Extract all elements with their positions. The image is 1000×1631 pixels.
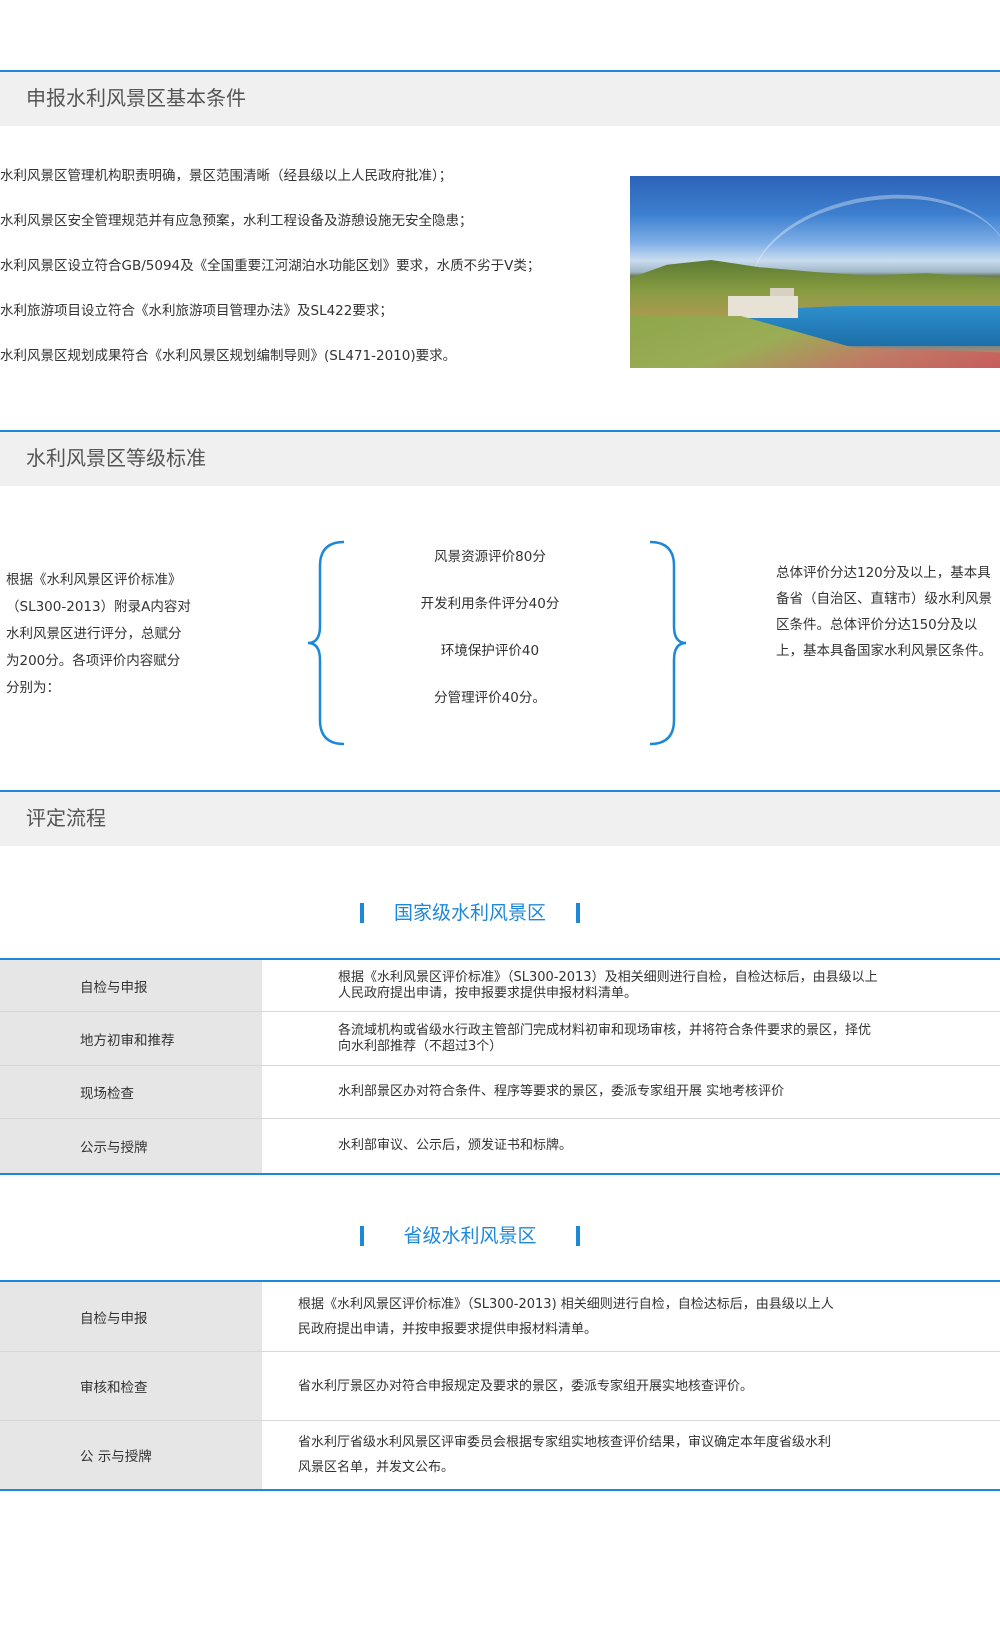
scenic-reservoir-photo [630, 176, 1000, 368]
step-label: 自检与申报 [0, 960, 262, 1011]
condition-item: 水利旅游项目设立符合《水利旅游项目管理办法》及SL422要求； [0, 303, 393, 319]
right-brace-icon [648, 540, 688, 746]
condition-item: 水利风景区安全管理规范并有应急预案，水利工程设备及游憩设施无安全隐患； [0, 213, 473, 229]
section-header-grade: 水利风景区等级标准 [0, 430, 1000, 486]
condition-item: 水利风景区规划成果符合《水利风景区规划编制导则》(SL471-2010)要求。 [0, 348, 457, 364]
step-description: 水利部审议、公示后，颁发证书和标牌。 [262, 1119, 1000, 1173]
table-row: 审核和检查 省水利厅景区办对符合申报规定及要求的景区，委派专家组开展实地核查评价… [0, 1352, 1000, 1421]
national-flow-title: 国家级水利风景区 [360, 898, 580, 928]
table-row: 自检与申报 根据《水利风景区评价标准》（SL300-2013）及相关细则进行自检… [0, 960, 1000, 1012]
step-label: 自检与申报 [0, 1282, 262, 1351]
grade-description: 根据《水利风景区评价标准》（SL300-2013）附录A内容对水利风景区进行评分… [6, 572, 191, 696]
provincial-flow-title: 省级水利风景区 [360, 1221, 580, 1251]
step-description: 根据《水利风景区评价标准》（SL300-2013）及相关细则进行自检，自检达标后… [262, 960, 1000, 1011]
national-flow-title-text: 国家级水利风景区 [393, 902, 546, 924]
section-header-basic: 申报水利风景区基本条件 [0, 70, 1000, 126]
national-flow-table: 自检与申报 根据《水利风景区评价标准》（SL300-2013）及相关细则进行自检… [0, 958, 1000, 1175]
step-description: 省水利厅省级水利风景区评审委员会根据专家组实地核查评价结果，审议确定本年度省级水… [262, 1421, 1000, 1489]
step-label: 审核和检查 [0, 1352, 262, 1420]
step-description: 省水利厅景区办对符合申报规定及要求的景区，委派专家组开展实地核查评价。 [262, 1352, 1000, 1420]
step-description: 根据《水利风景区评价标准》（SL300-2013) 相关细则进行自检，自检达标后… [262, 1282, 1000, 1351]
grade-item: 风景资源评价80分 [434, 549, 546, 565]
section-header-process: 评定流程 [0, 790, 1000, 846]
basic-conditions-list: 水利风景区管理机构职责明确，景区范围清晰（经县级以上人民政府批准）； 水利风景区… [0, 166, 600, 391]
step-description: 水利部景区办对符合条件、程序等要求的景区，委派专家组开展 实地考核评价 [262, 1066, 1000, 1118]
grade-item: 开发利用条件评分40分 [420, 596, 560, 612]
left-brace-icon [306, 540, 346, 746]
table-row: 自检与申报 根据《水利风景区评价标准》（SL300-2013) 相关细则进行自检… [0, 1282, 1000, 1352]
step-label: 公示与授牌 [0, 1119, 262, 1173]
grade-item: 分管理评价40分。 [434, 690, 546, 706]
table-row: 现场检查 水利部景区办对符合条件、程序等要求的景区，委派专家组开展 实地考核评价 [0, 1066, 1000, 1119]
provincial-flow-table: 自检与申报 根据《水利风景区评价标准》（SL300-2013) 相关细则进行自检… [0, 1280, 1000, 1491]
table-row: 地方初审和推荐 各流域机构或省级水行政主管部门完成材料初审和现场审核，并将符合条… [0, 1012, 1000, 1066]
step-label: 地方初审和推荐 [0, 1012, 262, 1065]
step-description: 各流域机构或省级水行政主管部门完成材料初审和现场审核，并将符合条件要求的景区，择… [262, 1012, 1000, 1065]
table-row: 公示与授牌 水利部审议、公示后，颁发证书和标牌。 [0, 1119, 1000, 1173]
provincial-flow-title-text: 省级水利风景区 [403, 1225, 537, 1247]
step-label: 公 示与授牌 [0, 1421, 262, 1489]
grade-item: 环境保护评价40 [440, 643, 540, 659]
grade-items-list: 风景资源评价80分 开发利用条件评分40分 环境保护评价40 分管理评价40分。 [360, 540, 620, 728]
table-row: 公 示与授牌 省水利厅省级水利风景区评审委员会根据专家组实地核查评价结果，审议确… [0, 1421, 1000, 1489]
condition-item: 水利风景区管理机构职责明确，景区范围清晰（经县级以上人民政府批准）； [0, 168, 453, 184]
step-label: 现场检查 [0, 1066, 262, 1118]
grade-conclusion: 总体评价分达120分及以上，基本具备省（自治区、直辖市）级水利风景区条件。总体评… [776, 565, 992, 659]
condition-item: 水利风景区设立符合GB/5094及《全国重要江河湖泊水功能区划》要求，水质不劣于… [0, 258, 541, 274]
